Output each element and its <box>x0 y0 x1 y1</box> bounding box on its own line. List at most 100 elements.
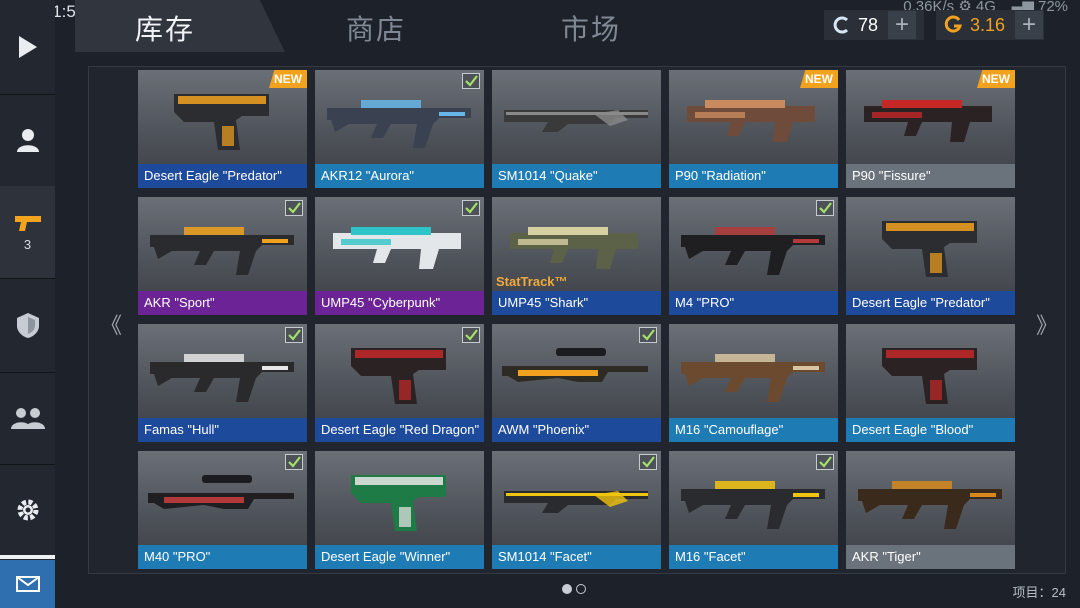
stattrack-label: StatTrack™ <box>496 274 568 289</box>
weapon-image <box>351 348 446 404</box>
equipped-check-icon <box>639 327 657 343</box>
pistol-icon <box>14 215 41 231</box>
weapon-card[interactable]: M16 "Facet" <box>669 451 838 569</box>
weapon-name: AWM "Phoenix" <box>492 418 661 442</box>
weapon-name: UMP45 "Cyberpunk" <box>315 291 484 315</box>
prev-page-arrow[interactable]: 《 <box>100 308 122 340</box>
weapon-card[interactable]: AWM "Phoenix" <box>492 324 661 442</box>
weapon-card[interactable]: NEW P90 "Radiation" <box>669 70 838 188</box>
weapon-card[interactable]: NEW P90 "Fissure" <box>846 70 1015 188</box>
sidebar-item-profile[interactable] <box>0 94 55 187</box>
pagination-dots <box>562 584 586 594</box>
weapon-image <box>681 354 825 402</box>
gold-value: 3.16 <box>970 14 1006 35</box>
weapon-image <box>681 481 825 529</box>
weapon-image <box>858 481 1002 529</box>
weapon-name: AKR "Tiger" <box>846 545 1015 569</box>
weapon-card[interactable]: Desert Eagle "Predator" <box>846 197 1015 315</box>
page-dot-2[interactable] <box>576 584 586 594</box>
next-page-arrow[interactable]: 》 <box>1036 308 1058 340</box>
weapon-name: M40 "PRO" <box>138 545 307 569</box>
weapon-card[interactable]: AKR12 "Aurora" <box>315 70 484 188</box>
weapon-image <box>502 348 648 382</box>
sidebar-item-play[interactable] <box>0 0 55 95</box>
weapon-image <box>681 227 825 275</box>
weapon-name: M16 "Facet" <box>669 545 838 569</box>
add-credits-button[interactable]: + <box>888 11 917 39</box>
weapon-name: Desert Eagle "Red Dragon" <box>315 418 484 442</box>
top-tabs: 库存 商店 市场 <box>75 0 1075 52</box>
weapon-image <box>687 100 815 142</box>
sidebar-item-settings[interactable] <box>0 464 55 556</box>
credits-balance: 78 + <box>824 10 924 40</box>
sidebar: 3 <box>0 0 55 608</box>
inventory-count: 3 <box>23 236 32 252</box>
tab-market[interactable]: 市场 <box>561 8 621 48</box>
weapon-name: M4 "PRO" <box>669 291 838 315</box>
weapon-image <box>864 100 992 142</box>
tab-shop[interactable]: 商店 <box>346 8 406 48</box>
weapon-card[interactable]: AKR "Sport" <box>138 197 307 315</box>
gold-balance: 3.16 + <box>936 10 1044 40</box>
weapon-image <box>327 100 471 148</box>
weapon-name: UMP45 "Shark" <box>492 291 661 315</box>
weapon-image <box>351 475 446 531</box>
weapon-card[interactable]: AKR "Tiger" <box>846 451 1015 569</box>
weapon-image <box>174 94 269 150</box>
credits-value: 78 <box>858 14 879 35</box>
sidebar-item-inventory[interactable]: 3 <box>0 186 55 279</box>
weapon-card[interactable]: M4 "PRO" <box>669 197 838 315</box>
mail-button[interactable] <box>0 555 55 608</box>
tab-inventory[interactable]: 库存 <box>135 8 195 48</box>
weapon-image <box>150 354 294 402</box>
equipped-check-icon <box>816 200 834 216</box>
new-badge: NEW <box>977 70 1015 88</box>
new-badge: NEW <box>269 70 307 88</box>
add-gold-button[interactable]: + <box>1015 11 1044 39</box>
weapon-card[interactable]: SM1014 "Quake" <box>492 70 661 188</box>
equipped-check-icon <box>285 454 303 470</box>
equipped-check-icon <box>462 73 480 89</box>
weapon-image <box>504 110 648 132</box>
equipped-check-icon <box>816 454 834 470</box>
equipped-check-icon <box>462 327 480 343</box>
weapon-card[interactable]: Desert Eagle "Red Dragon" <box>315 324 484 442</box>
weapon-name: P90 "Fissure" <box>846 164 1015 188</box>
weapon-name: Desert Eagle "Predator" <box>138 164 307 188</box>
item-count: 项目：24 <box>1012 585 1066 600</box>
weapon-name: AKR "Sport" <box>138 291 307 315</box>
equipped-check-icon <box>462 200 480 216</box>
sidebar-item-rank[interactable] <box>0 278 55 373</box>
weapon-card[interactable]: M40 "PRO" <box>138 451 307 569</box>
credits-icon <box>833 16 849 34</box>
weapon-card[interactable]: StatTrack™ UMP45 "Shark" <box>492 197 661 315</box>
weapon-name: Desert Eagle "Winner" <box>315 545 484 569</box>
weapon-name: SM1014 "Facet" <box>492 545 661 569</box>
equipped-check-icon <box>639 454 657 470</box>
weapon-card[interactable]: Desert Eagle "Winner" <box>315 451 484 569</box>
weapon-name: Famas "Hull" <box>138 418 307 442</box>
weapon-image <box>882 221 977 277</box>
weapon-image <box>882 348 977 404</box>
new-badge: NEW <box>800 70 838 88</box>
weapon-card[interactable]: UMP45 "Cyberpunk" <box>315 197 484 315</box>
equipped-check-icon <box>285 327 303 343</box>
mail-icon <box>15 576 40 592</box>
weapon-image <box>148 475 294 509</box>
weapon-image <box>504 491 648 513</box>
sidebar-item-friends[interactable] <box>0 372 55 465</box>
weapon-card[interactable]: SM1014 "Facet" <box>492 451 661 569</box>
weapon-grid: NEW Desert Eagle "Predator" AKR12 "Aurora… <box>138 70 1018 570</box>
equipped-check-icon <box>285 200 303 216</box>
weapon-name: AKR12 "Aurora" <box>315 164 484 188</box>
weapon-card[interactable]: Famas "Hull" <box>138 324 307 442</box>
weapon-name: Desert Eagle "Predator" <box>846 291 1015 315</box>
weapon-name: M16 "Camouflage" <box>669 418 838 442</box>
friends-icon <box>10 408 45 429</box>
page-dot-1[interactable] <box>562 584 572 594</box>
weapon-card[interactable]: NEW Desert Eagle "Predator" <box>138 70 307 188</box>
weapon-card[interactable]: M16 "Camouflage" <box>669 324 838 442</box>
weapon-image <box>150 227 294 275</box>
weapon-card[interactable]: Desert Eagle "Blood" <box>846 324 1015 442</box>
gear-icon <box>17 499 38 521</box>
